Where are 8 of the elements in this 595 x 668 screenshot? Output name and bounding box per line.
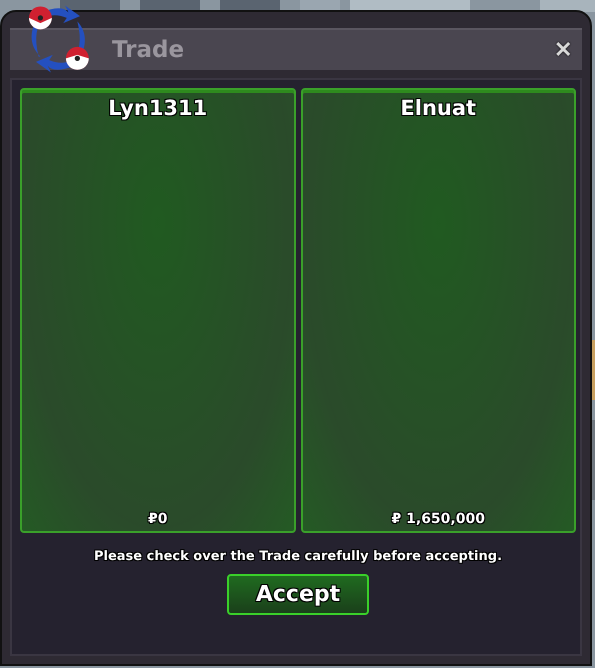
money-amount: ₽ 1,650,000: [392, 511, 485, 527]
player-name: Lyn1311: [108, 96, 208, 120]
window-title: Trade: [112, 37, 184, 63]
warning-message: Please check over the Trade carefully before accepting.: [94, 549, 502, 564]
accept-button[interactable]: Accept: [227, 574, 369, 615]
close-button[interactable]: ✕: [552, 37, 574, 63]
player-name: Elnuat: [400, 96, 476, 120]
money-amount: ₽0: [148, 511, 168, 527]
